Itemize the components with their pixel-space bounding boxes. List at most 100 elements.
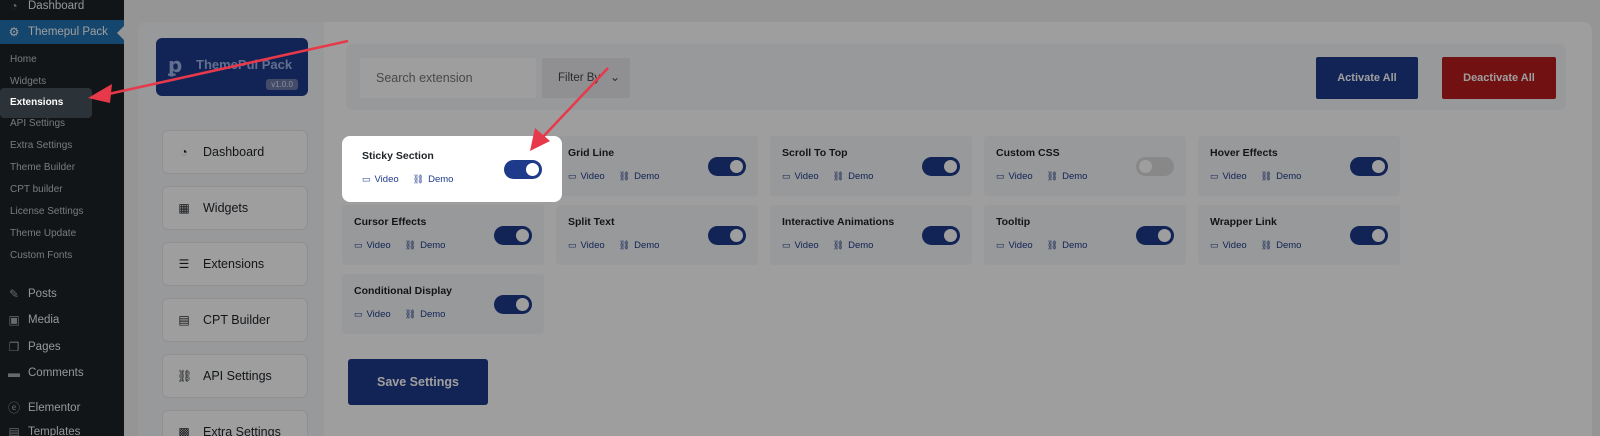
nav-label: Widgets xyxy=(203,201,249,215)
video-link[interactable]: ▭ Video xyxy=(354,309,391,320)
extension-toggle[interactable] xyxy=(504,160,542,179)
demo-link[interactable]: ⛓ Demo xyxy=(413,174,454,185)
demo-label: Demo xyxy=(1276,171,1302,182)
deactivate-all-button[interactable]: Deactivate All xyxy=(1442,57,1556,99)
toggle-knob xyxy=(516,229,529,242)
table-icon: ▤ xyxy=(178,313,190,327)
video-label: Video xyxy=(374,174,399,185)
plugin-nav-dashboard[interactable]: ◔ Dashboard xyxy=(162,130,308,174)
wp-submenu-custom-fonts[interactable]: Custom Fonts xyxy=(0,246,124,266)
filter-label: Filter By xyxy=(558,72,601,84)
extension-toggle[interactable] xyxy=(1136,157,1174,176)
video-icon: ▭ xyxy=(1210,240,1219,250)
demo-label: Demo xyxy=(634,171,660,182)
demo-link[interactable]: ⛓ Demo xyxy=(405,309,446,320)
video-label: Video xyxy=(366,309,391,320)
wp-menu-templates[interactable]: ▤ Templates xyxy=(0,420,124,436)
extension-toggle[interactable] xyxy=(708,157,746,176)
wp-submenu-extra-settings[interactable]: Extra Settings xyxy=(0,136,124,156)
plugin-logo: ꝑ ThemePul Pack v1.0.0 xyxy=(156,38,308,96)
video-label: Video xyxy=(794,240,819,251)
wp-menu-themepul-pack[interactable]: ⚙ Themepul Pack xyxy=(0,20,124,44)
demo-link[interactable]: ⛓ Demo xyxy=(833,171,874,182)
video-link[interactable]: ▭ Video xyxy=(568,240,605,251)
wp-submenu-cpt-builder[interactable]: CPT builder xyxy=(0,180,124,200)
wp-submenu-extensions[interactable]: Extensions xyxy=(0,88,92,118)
plugin-nav-extensions[interactable]: ☰ Extensions xyxy=(162,242,308,286)
active-menu-pointer xyxy=(117,26,124,40)
save-settings-button[interactable]: Save Settings xyxy=(348,359,488,405)
demo-link[interactable]: ⛓ Demo xyxy=(1047,240,1088,251)
extension-toggle[interactable] xyxy=(494,226,532,245)
activate-all-button[interactable]: Activate All xyxy=(1316,57,1418,99)
logo-mark-icon: ꝑ xyxy=(168,53,183,77)
comment-icon: ▬ xyxy=(8,366,20,380)
plugin-nav-extra-settings[interactable]: ▩ Extra Settings xyxy=(162,410,308,436)
wp-menu-dashboard[interactable]: ◔ Dashboard xyxy=(0,0,124,18)
pin-icon: ✎ xyxy=(8,287,20,301)
extension-toggle[interactable] xyxy=(1350,226,1388,245)
wp-submenu-label: Extensions xyxy=(10,97,64,108)
folder-icon: ▤ xyxy=(8,425,20,436)
video-label: Video xyxy=(794,171,819,182)
wp-menu-elementor[interactable]: ⓔ Elementor xyxy=(0,396,124,420)
video-link[interactable]: ▭ Video xyxy=(1210,171,1247,182)
extension-title: Wrapper Link xyxy=(1210,216,1277,228)
wp-submenu-license-settings[interactable]: License Settings xyxy=(0,202,124,222)
plugin-nav-cpt-builder[interactable]: ▤ CPT Builder xyxy=(162,298,308,342)
video-label: Video xyxy=(1222,240,1247,251)
video-link[interactable]: ▭ Video xyxy=(1210,240,1247,251)
grid-icon: ▦ xyxy=(178,201,190,215)
plugin-nav-widgets[interactable]: ▦ Widgets xyxy=(162,186,308,230)
extension-links: ▭ Video ⛓ Demo xyxy=(568,240,673,251)
extension-card: Sticky Section ▭ Video ⛓ Demo xyxy=(350,139,554,199)
video-link[interactable]: ▭ Video xyxy=(996,171,1033,182)
extension-toggle[interactable] xyxy=(922,226,960,245)
extension-toggle[interactable] xyxy=(1350,157,1388,176)
wp-submenu-theme-update[interactable]: Theme Update xyxy=(0,224,124,244)
demo-link[interactable]: ⛓ Demo xyxy=(1261,171,1302,182)
media-icon: ▣ xyxy=(8,313,20,327)
extension-title: Interactive Animations xyxy=(782,216,895,228)
wp-submenu-home[interactable]: Home xyxy=(0,50,124,70)
search-input[interactable] xyxy=(360,58,536,98)
demo-link[interactable]: ⛓ Demo xyxy=(619,240,660,251)
video-link[interactable]: ▭ Video xyxy=(354,240,391,251)
extension-card: Conditional Display ▭ Video ⛓ Demo xyxy=(342,274,544,334)
video-label: Video xyxy=(1008,240,1033,251)
filter-select[interactable]: Filter By ⌄ xyxy=(542,58,630,98)
wp-menu-media[interactable]: ▣ Media xyxy=(0,308,124,332)
wp-menu-comments[interactable]: ▬ Comments xyxy=(0,361,124,385)
video-link[interactable]: ▭ Video xyxy=(996,240,1033,251)
demo-link[interactable]: ⛓ Demo xyxy=(833,240,874,251)
extension-toggle[interactable] xyxy=(922,157,960,176)
extension-toggle[interactable] xyxy=(1136,226,1174,245)
wp-submenu-theme-builder[interactable]: Theme Builder xyxy=(0,158,124,178)
wp-menu-label: Dashboard xyxy=(28,0,85,12)
extension-title: Grid Line xyxy=(568,147,615,159)
video-link[interactable]: ▭ Video xyxy=(782,240,819,251)
demo-link[interactable]: ⛓ Demo xyxy=(1261,240,1302,251)
demo-link[interactable]: ⛓ Demo xyxy=(619,171,660,182)
link-icon: ⛓ xyxy=(832,240,845,250)
video-link[interactable]: ▭ Video xyxy=(362,174,399,185)
demo-link[interactable]: ⛓ Demo xyxy=(405,240,446,251)
link-icon: ⛓ xyxy=(618,171,631,181)
link-icon: ⛓ xyxy=(618,240,631,250)
extension-toggle[interactable] xyxy=(494,295,532,314)
demo-link[interactable]: ⛓ Demo xyxy=(1047,171,1088,182)
link-icon: ⛓ xyxy=(1260,240,1273,250)
plugin-nav-api-settings[interactable]: ⛓ API Settings xyxy=(162,354,308,398)
dashboard-icon: ◔ xyxy=(180,145,188,159)
extension-card: Cursor Effects ▭ Video ⛓ Demo xyxy=(342,205,544,265)
nav-label: Extensions xyxy=(203,257,265,271)
extension-links: ▭ Video ⛓ Demo xyxy=(568,171,673,182)
toggle-knob xyxy=(516,298,529,311)
wp-menu-pages[interactable]: ❐ Pages xyxy=(0,335,124,359)
extension-links: ▭ Video ⛓ Demo xyxy=(354,309,459,320)
extension-links: ▭ Video ⛓ Demo xyxy=(996,171,1101,182)
wp-menu-posts[interactable]: ✎ Posts xyxy=(0,282,124,306)
video-link[interactable]: ▭ Video xyxy=(568,171,605,182)
video-link[interactable]: ▭ Video xyxy=(782,171,819,182)
extension-toggle[interactable] xyxy=(708,226,746,245)
